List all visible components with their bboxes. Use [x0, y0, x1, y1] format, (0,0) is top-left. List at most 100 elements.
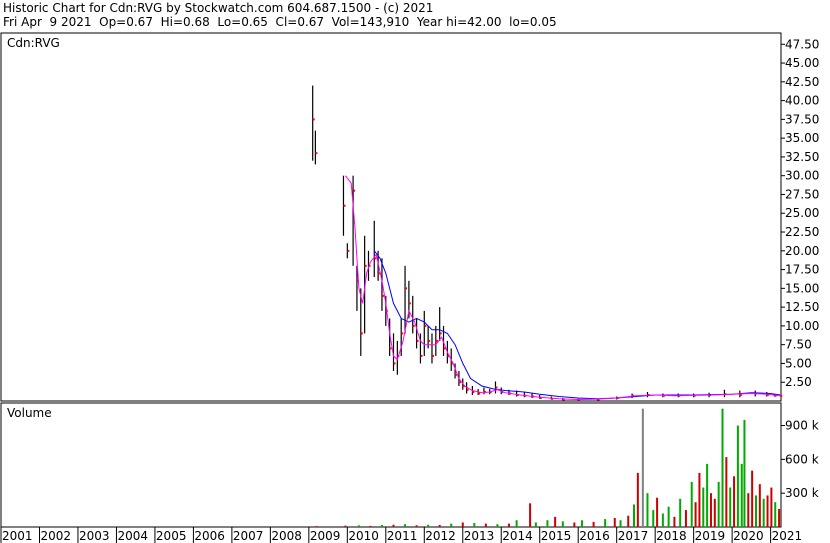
price-y-tick-label: 5.00 — [785, 356, 812, 370]
volume-bar — [698, 472, 701, 527]
volume-bar — [743, 419, 746, 527]
volume-bar — [344, 525, 347, 527]
close-tick — [389, 347, 392, 350]
close-tick — [478, 392, 481, 395]
close-tick — [401, 332, 404, 335]
volume-bar — [473, 523, 476, 527]
volume-bar — [484, 523, 487, 527]
close-tick — [353, 189, 356, 192]
volume-bar — [636, 472, 639, 527]
volume-bar — [725, 457, 728, 527]
volume-bar — [573, 522, 576, 527]
x-tick-label: 2018 — [656, 529, 687, 543]
close-tick — [312, 118, 315, 121]
volume-bar — [679, 498, 682, 527]
close-tick — [360, 332, 363, 335]
volume-bar — [721, 408, 724, 527]
volume-bar — [717, 481, 720, 527]
volume-bar — [450, 523, 453, 527]
volume-bar — [656, 497, 659, 527]
x-tick-label: 2008 — [271, 529, 302, 543]
volume-bar — [404, 524, 407, 527]
volume-bar — [706, 463, 709, 527]
x-tick-label: 2002 — [40, 529, 71, 543]
price-y-tick-label: 47.50 — [785, 37, 819, 51]
close-tick — [343, 204, 346, 207]
volume-bar — [713, 498, 716, 527]
close-tick — [495, 386, 498, 389]
close-tick — [315, 152, 318, 155]
x-tick-label: 2019 — [695, 529, 726, 543]
volume-bar — [380, 524, 383, 527]
volume-bar — [690, 481, 693, 527]
price-y-tick-label: 22.50 — [785, 225, 819, 239]
volume-bar — [461, 522, 464, 527]
close-tick — [439, 332, 442, 335]
volume-y-tick-label: 300 k — [785, 486, 819, 500]
volume-bar — [554, 516, 557, 527]
price-y-tick-label: 27.50 — [785, 187, 819, 201]
close-tick — [393, 362, 396, 365]
volume-bar — [415, 525, 418, 527]
price-y-tick-label: 20.00 — [785, 244, 819, 258]
x-tick-label: 2011 — [387, 529, 418, 543]
price-y-tick-label: 12.50 — [785, 300, 819, 314]
x-tick-label: 2003 — [79, 529, 110, 543]
volume-bar — [766, 495, 769, 527]
volume-bar — [369, 525, 372, 527]
x-axis: 2001 2002 2003 2004 2005 2006 2007 2008 2009 2010… — [0, 527, 802, 543]
volume-bar — [613, 517, 616, 527]
price-y-tick-label: 2.50 — [785, 375, 812, 389]
close-tick — [408, 302, 411, 305]
volume-bar — [694, 502, 697, 527]
x-tick-label: 2004 — [117, 529, 148, 543]
price-panel-title: Cdn:RVG — [7, 36, 60, 50]
price-y-tick-label: 35.00 — [785, 131, 819, 145]
close-tick — [780, 394, 783, 397]
volume-bar — [581, 520, 584, 527]
volume-bar — [747, 493, 750, 527]
volume-bar — [762, 498, 765, 527]
volume-bar — [529, 503, 532, 527]
close-tick — [466, 388, 469, 391]
volume-bar — [652, 510, 655, 527]
volume-bar — [507, 523, 510, 527]
volume-bar — [778, 508, 781, 527]
x-tick-label: 2010 — [348, 529, 379, 543]
x-tick-label: 2020 — [733, 529, 764, 543]
volume-bar — [392, 524, 395, 527]
x-tick-label: 2006 — [194, 529, 225, 543]
price-y-axis: 2.50 5.00 7.50 10.00 12.50 15.00 17.50 20.00 22.… — [781, 37, 819, 389]
volume-y-axis: 300 k 600 k 900 k — [781, 419, 819, 500]
x-tick-label: 2005 — [156, 529, 187, 543]
volume-bar — [646, 493, 649, 527]
volume-bar — [641, 408, 644, 527]
stock-chart: Cdn:RVG Volume 2.50 5.00 7.50 10.00 12.50 15.… — [0, 32, 819, 543]
close-tick — [347, 249, 350, 252]
volume-bar — [758, 484, 761, 527]
price-y-tick-label: 45.00 — [785, 56, 819, 70]
price-y-tick-label: 10.00 — [785, 319, 819, 333]
price-y-tick-label: 15.00 — [785, 281, 819, 295]
close-tick — [405, 287, 408, 290]
price-panel-frame — [0, 32, 782, 402]
x-tick-label: 2001 — [2, 529, 33, 543]
volume-bar — [561, 521, 564, 527]
volume-bar — [702, 487, 705, 527]
close-tick — [420, 354, 423, 357]
volume-bar — [619, 520, 622, 527]
volume-bar — [515, 520, 518, 527]
close-tick — [424, 324, 427, 327]
close-tick — [428, 339, 431, 342]
volume-bar — [546, 520, 549, 527]
volume-bar — [770, 487, 773, 527]
volume-bar — [733, 476, 736, 527]
price-y-tick-label: 25.00 — [785, 206, 819, 220]
volume-bar — [667, 506, 670, 527]
x-tick-label: 2007 — [233, 529, 264, 543]
close-tick — [364, 264, 367, 267]
price-y-tick-label: 42.50 — [785, 75, 819, 89]
volume-bar — [534, 522, 537, 527]
close-tick — [416, 339, 419, 342]
price-y-tick-label: 37.50 — [785, 112, 819, 126]
